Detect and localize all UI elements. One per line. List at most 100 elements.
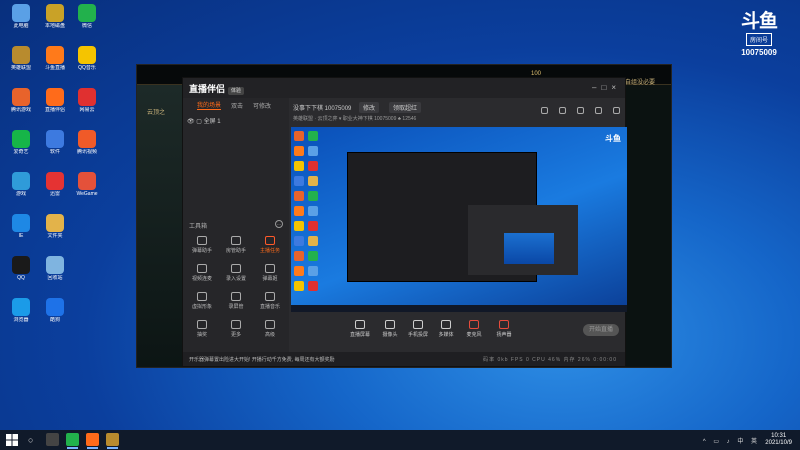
app-icon	[46, 172, 64, 190]
tool-button[interactable]: 更多	[221, 320, 251, 338]
search-icon[interactable]: ○	[28, 435, 33, 445]
control-icon	[413, 320, 423, 329]
preview-desktop-icon	[308, 251, 318, 261]
tool-icon	[197, 264, 207, 273]
preview-desktop-icon	[294, 221, 304, 231]
status-bar: 开乐器弹幕置出险进大开始! 开播行动千方免费, 每周还有大额奖励 码率 0kb …	[183, 352, 625, 366]
tool-label: 虚拟形象	[191, 304, 212, 310]
desktop-icon[interactable]: 浏览器	[4, 298, 38, 336]
control-label: 多媒体	[438, 332, 454, 338]
desktop-icon[interactable]: 软件	[38, 130, 72, 168]
desktop-icon[interactable]: 迅雷	[38, 172, 72, 210]
tool-button[interactable]: 视频连麦	[187, 264, 217, 282]
app-icon	[78, 172, 96, 190]
room-info-bar: 没事下下棋 10075009 修改 领取超红 英雄联盟 · 云顶之弈 ▾ 职业大…	[289, 98, 625, 126]
tool-button[interactable]: 弹幕助手	[187, 236, 217, 254]
brand-name: 直播伴侣	[189, 84, 226, 94]
preview-desktop-icon	[308, 266, 318, 276]
system-tray[interactable]: ^ ▭ ♪ 中 英	[703, 436, 760, 445]
source-control-button[interactable]: 手机投屏	[403, 320, 433, 338]
source-control-button[interactable]: 摄像头	[375, 320, 405, 338]
tool-button[interactable]: 房管助手	[221, 236, 251, 254]
desktop-icon[interactable]: QQ	[4, 256, 38, 294]
tool-button[interactable]: 主播任务	[255, 236, 285, 254]
source-control-button[interactable]: 直播屏幕	[345, 320, 375, 338]
desktop-icon[interactable]: 斗鱼直播	[38, 46, 72, 84]
desktop-icon[interactable]: 腾讯视频	[70, 130, 104, 168]
taskbar-app-lol[interactable]	[106, 433, 119, 449]
task-view-icon[interactable]	[46, 433, 59, 446]
desktop-icon-label: 此电脑	[13, 23, 29, 29]
streaming-app-window[interactable]: 直播伴侣 体验 –□× 我的场景 双击 可修改 👁 ▢ 全屏 1 工具箱 … 弹幕助手…	[182, 77, 627, 367]
system-clock[interactable]: 10:31 2021/10/9	[765, 433, 792, 447]
app-icon	[12, 298, 30, 316]
topic-button[interactable]: 领取超红	[389, 102, 422, 113]
bell-icon[interactable]	[595, 107, 602, 114]
desktop-icon[interactable]: 爱奇艺	[4, 130, 38, 168]
lock-icon[interactable]	[559, 107, 566, 114]
tool-icon	[231, 264, 241, 273]
game-side-panel: 云顶之	[137, 85, 183, 367]
app-icon	[12, 214, 30, 232]
desktop-icon[interactable]: 腾讯游戏	[4, 88, 38, 126]
windows-start-icon[interactable]	[6, 434, 18, 446]
notice-text: 开乐器弹幕置出险进大开始! 开播行动千方免费, 每周还有大额奖励	[189, 357, 335, 363]
desktop-icon-label: 直播伴侣	[44, 107, 65, 113]
desktop-icon[interactable]: 此电脑	[4, 4, 38, 42]
room-label: 房间号	[745, 33, 772, 46]
tool-button[interactable]: 虚拟形象	[187, 292, 217, 310]
tool-label: 弹幕姬	[262, 276, 278, 282]
edit-title-button[interactable]: 修改	[359, 102, 380, 113]
app-icon	[12, 172, 30, 190]
tool-button[interactable]: 抽奖	[187, 320, 217, 338]
desktop-icon[interactable]: QQ音乐	[70, 46, 104, 84]
desktop-icon[interactable]: 游戏	[4, 172, 38, 210]
source-controls: 开始直播 直播屏幕 摄像头 手机投屏 多媒体 麦克风 扬声器	[289, 316, 625, 346]
desktop-icon[interactable]: 网易云	[70, 88, 104, 126]
desktop-icon-label: WeGame	[76, 191, 98, 197]
desktop-icon[interactable]: 本地磁盘	[38, 4, 72, 42]
app-icon	[78, 4, 96, 22]
source-control-button[interactable]: 麦克风	[459, 320, 489, 338]
scene-tab[interactable]: 我的场景	[197, 100, 222, 110]
desktop-icon[interactable]: IE	[4, 214, 38, 252]
source-control-button[interactable]: 多媒体	[431, 320, 461, 338]
desktop-icon[interactable]: 文件夹	[38, 214, 72, 252]
control-icon	[499, 320, 509, 329]
desktop-icon[interactable]: 微信	[70, 4, 104, 42]
desktop-icon-label: 腾讯视频	[76, 149, 97, 155]
tool-label: 弹幕助手	[191, 248, 212, 254]
window-controls[interactable]: –□×	[592, 83, 621, 92]
tool-button[interactable]: 直播音乐	[255, 292, 285, 310]
settings-icon[interactable]	[613, 107, 620, 114]
main-pane: 没事下下棋 10075009 修改 领取超红 英雄联盟 · 云顶之弈 ▾ 职业大…	[289, 98, 627, 352]
taskbar-app-wechat[interactable]	[66, 433, 79, 449]
scene-item[interactable]: 👁 ▢ 全屏 1	[187, 116, 289, 125]
preview-desktop-icon	[294, 146, 304, 156]
tool-label: 录屏管	[228, 304, 244, 310]
taskbar-app-streamer[interactable]	[86, 433, 99, 449]
source-control-button[interactable]: 扬声器	[489, 320, 519, 338]
clock-time: 10:31	[771, 433, 787, 439]
desktop-icon[interactable]: 酷狗	[38, 298, 72, 336]
desktop-icon-label: 网易云	[79, 107, 95, 113]
tool-button[interactable]: 录入设置	[221, 264, 251, 282]
desktop-icon[interactable]: 英雄联盟	[4, 46, 38, 84]
scene-tab[interactable]: 双击	[231, 101, 243, 110]
more-icon[interactable]: …	[275, 220, 283, 228]
app-icon	[78, 88, 96, 106]
tool-button[interactable]: 弹幕姬	[255, 264, 285, 282]
stream-preview[interactable]: 斗鱼	[291, 127, 627, 312]
tool-button[interactable]: 录屏管	[221, 292, 251, 310]
app-icon	[12, 46, 30, 64]
scene-tab[interactable]: 可修改	[253, 101, 271, 110]
desktop-icon[interactable]: 回收站	[38, 256, 72, 294]
share-icon[interactable]	[577, 107, 584, 114]
tool-button[interactable]: 高级	[255, 320, 285, 338]
close-icon[interactable]: ×	[611, 83, 621, 92]
desktop-icon[interactable]: WeGame	[70, 172, 104, 210]
maximize-icon[interactable]: □	[601, 83, 611, 92]
start-stream-button[interactable]: 开始直播	[583, 324, 619, 336]
desktop-icon[interactable]: 直播伴侣	[38, 88, 72, 126]
gift-icon[interactable]	[541, 107, 548, 114]
